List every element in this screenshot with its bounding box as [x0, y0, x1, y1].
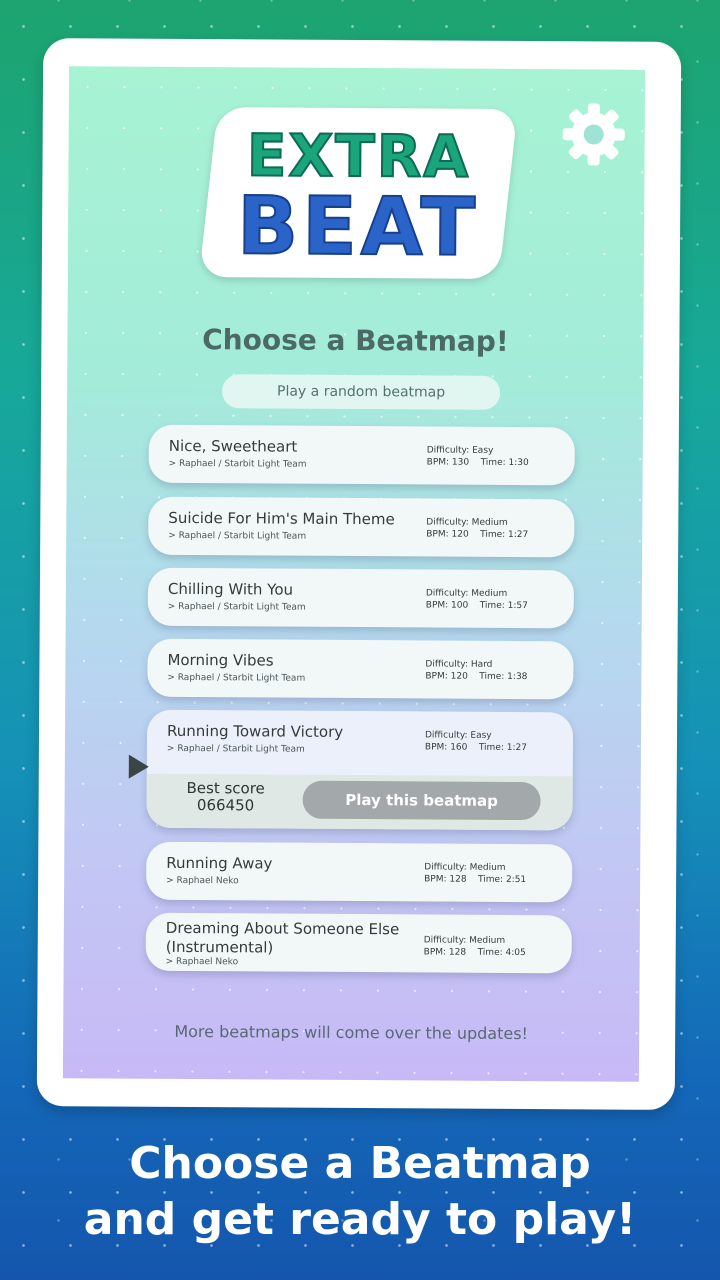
- beatmap-meta: Difficulty: Hard BPM: 120 Time: 1:38: [425, 658, 527, 683]
- beatmap-difficulty: Difficulty: Medium: [424, 862, 506, 873]
- beatmap-difficulty: Difficulty: Medium: [425, 588, 508, 599]
- best-score: Best score 066450: [167, 778, 285, 815]
- beatmap-meta: Difficulty: Medium BPM: 120 Time: 1:27: [426, 516, 528, 541]
- beatmap-meta: Difficulty: Medium BPM: 100 Time: 1:57: [426, 587, 528, 612]
- beatmap-bpm: BPM: 128: [424, 874, 467, 885]
- beatmap-time: Time: 1:27: [478, 742, 528, 754]
- gear-icon[interactable]: [558, 99, 628, 169]
- beatmap-title: Suicide For Him's Main Theme: [168, 508, 395, 529]
- beatmap-bpm: BPM: 160: [424, 742, 468, 753]
- selected-actions: Best score 066450 Play this beatmap: [146, 773, 573, 831]
- footer-note: More beatmaps will come over the updates…: [174, 1021, 529, 1044]
- beatmap-card[interactable]: Suicide For Him's Main Theme > Raphael /…: [148, 496, 575, 558]
- beatmap-title: Morning Vibes: [167, 650, 274, 670]
- beatmap-card[interactable]: Morning Vibes > Raphael / Starbit Light …: [147, 638, 574, 700]
- beatmap-card[interactable]: Nice, Sweetheart > Raphael / Starbit Lig…: [148, 424, 575, 486]
- random-beatmap-button[interactable]: Play a random beatmap: [222, 374, 501, 410]
- beatmap-meta: Difficulty: Medium BPM: 128 Time: 2:51: [424, 861, 526, 886]
- beatmap-artist: > Raphael / Starbit Light Team: [168, 530, 307, 542]
- beatmap-artist: > Raphael / Starbit Light Team: [168, 458, 307, 470]
- beatmap-bpm: BPM: 120: [425, 671, 468, 682]
- beatmap-time: Time: 1:30: [480, 457, 529, 469]
- beatmap-card-selected[interactable]: Running Toward Victory > Raphael / Starb…: [146, 709, 574, 831]
- beatmap-bpm: BPM: 128: [423, 947, 467, 958]
- beatmap-artist: > Raphael / Starbit Light Team: [166, 743, 305, 755]
- beatmap-time: Time: 1:38: [479, 671, 528, 683]
- beatmap-title: Dreaming About Someone Else (Instrumenta…: [166, 919, 400, 958]
- beatmap-difficulty: Difficulty: Easy: [426, 445, 494, 456]
- beatmap-card[interactable]: Chilling With You > Raphael / Starbit Li…: [147, 567, 575, 629]
- beatmap-meta: Difficulty: Easy BPM: 130 Time: 1:30: [427, 444, 529, 469]
- beatmap-artist: > Raphael Neko: [165, 956, 239, 968]
- beatmap-artist: > Raphael Neko: [166, 875, 239, 887]
- beatmap-title-line1: Dreaming About Someone Else: [165, 918, 400, 939]
- caption-line1: Choose a Beatmap: [129, 1138, 591, 1189]
- beatmap-time: Time: 1:57: [479, 600, 528, 612]
- beatmap-time: Time: 2:51: [478, 874, 527, 886]
- beatmap-bpm: BPM: 120: [426, 529, 469, 540]
- beatmap-difficulty: Difficulty: Medium: [426, 517, 508, 528]
- beatmap-bpm: BPM: 100: [425, 600, 469, 611]
- game-screen: EXTRA BEAT Choose a Beatmap! Play a rand…: [62, 66, 646, 1082]
- beatmap-title-line2: (Instrumental): [165, 937, 274, 957]
- beatmap-title: Nice, Sweetheart: [168, 436, 298, 456]
- best-score-label: Best score: [186, 778, 265, 798]
- beatmap-artist: > Raphael / Starbit Light Team: [167, 672, 306, 684]
- beatmap-card[interactable]: Dreaming About Someone Else (Instrumenta…: [145, 912, 572, 974]
- play-arrow-icon: [128, 754, 149, 779]
- best-score-value: 066450: [196, 796, 255, 815]
- beatmap-meta: Difficulty: Easy BPM: 160 Time: 1:27: [425, 729, 527, 754]
- beatmap-time: Time: 1:27: [480, 529, 529, 541]
- game-logo: EXTRA BEAT: [198, 107, 518, 279]
- beatmap-card[interactable]: Running Away > Raphael Neko Difficulty: …: [146, 841, 573, 903]
- beatmap-bpm: BPM: 130: [426, 457, 470, 468]
- beatmap-time: Time: 4:05: [477, 947, 526, 959]
- caption-line2: and get ready to play!: [83, 1194, 637, 1245]
- play-beatmap-button[interactable]: Play this beatmap: [302, 780, 541, 821]
- beatmap-difficulty: Difficulty: Hard: [425, 659, 493, 670]
- beatmap-title: Running Away: [166, 853, 273, 873]
- beatmap-title: Running Toward Victory: [166, 721, 344, 741]
- beatmap-difficulty: Difficulty: Medium: [423, 935, 506, 946]
- beatmap-meta: Difficulty: Medium BPM: 128 Time: 4:05: [424, 934, 526, 959]
- promo-caption: Choose a Beatmap and get ready to play!: [0, 1136, 720, 1248]
- logo-line-beat: BEAT: [236, 178, 480, 274]
- page-title: Choose a Beatmap!: [202, 323, 509, 358]
- beatmap-difficulty: Difficulty: Easy: [424, 730, 492, 741]
- beatmap-artist: > Raphael / Starbit Light Team: [167, 601, 306, 613]
- beatmap-title: Chilling With You: [167, 579, 294, 599]
